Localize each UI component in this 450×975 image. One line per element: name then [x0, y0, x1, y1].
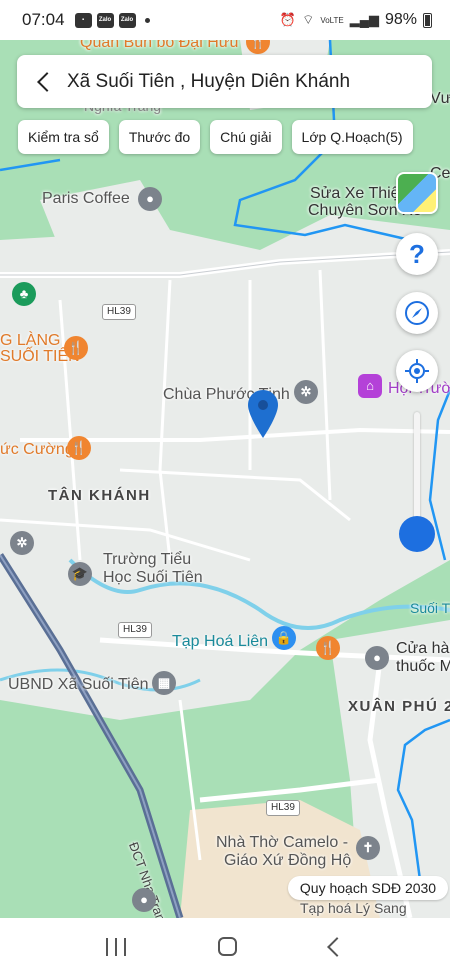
restaurant-icon[interactable]: 🍴 — [64, 336, 88, 360]
opacity-slider-thumb[interactable] — [399, 516, 435, 552]
help-button[interactable]: ? — [396, 233, 438, 275]
recent-apps-icon[interactable] — [106, 937, 127, 956]
poi-label-cua-hang[interactable]: Cửa hàn — [396, 640, 450, 658]
status-time: 07:04 — [22, 10, 65, 29]
coffee-place-icon[interactable]: ● — [138, 187, 162, 211]
wifi-icon: ⌔ — [302, 12, 315, 27]
school-icon[interactable]: 🎓 — [68, 562, 92, 586]
shopping-icon[interactable]: 🔒 — [272, 626, 296, 650]
poi-label-duc-cuong[interactable]: ức Cường — [0, 441, 74, 459]
status-right: ⏰ ⌔ VoLTE ▂▄▆ 98% — [280, 11, 432, 29]
zalo-icon: Zalo — [96, 12, 114, 28]
water-label-suoi-tien: Suối Ti — [410, 600, 450, 616]
status-bar: 07:04 ▪ Zalo Zalo ⏰ ⌔ VoLTE ▂▄▆ 98% — [0, 0, 450, 40]
poi-label-giao-xu[interactable]: Giáo Xứ Đồng Hộ — [224, 852, 351, 870]
location-pin-icon[interactable] — [248, 390, 278, 438]
restaurant-icon[interactable]: 🍴 — [67, 436, 91, 460]
compass-icon — [405, 301, 429, 325]
poi-label-quan-bun-bo[interactable]: Quán Bún bò Đại Hữu — [80, 40, 238, 52]
home-icon[interactable] — [218, 937, 238, 956]
alarm-icon: ⏰ — [279, 12, 297, 27]
government-icon[interactable]: ▦ — [152, 671, 176, 695]
pharmacy-icon[interactable]: ● — [365, 646, 389, 670]
poi-label-paris-coffee[interactable]: Paris Coffee — [42, 190, 130, 208]
back-icon[interactable] — [326, 936, 347, 957]
my-location-button[interactable] — [396, 350, 438, 392]
chip-kiem-tra-so[interactable]: Kiểm tra sổ — [18, 120, 109, 154]
location-header: Xã Suối Tiên , Huyện Diên Khánh — [17, 55, 432, 108]
planning-layer-badge[interactable]: Quy hoạch SDĐ 2030 — [288, 876, 448, 900]
area-label-tan-khanh: TÂN KHÁNH — [48, 487, 151, 504]
poi-label-hoc-suoi-tien[interactable]: Học Suối Tiên — [103, 569, 203, 587]
chip-lop-quy-hoach[interactable]: Lớp Q.Hoạch(5) — [291, 120, 413, 154]
location-title: Xã Suối Tiên , Huyện Diên Khánh — [67, 70, 351, 92]
notification-dot-icon — [144, 17, 150, 23]
system-nav-bar — [0, 918, 450, 975]
map-layers-icon[interactable] — [396, 172, 438, 214]
battery-percent: 98% — [384, 11, 417, 28]
compass-button[interactable] — [396, 292, 438, 334]
map-background — [0, 40, 450, 918]
label-vu: Vư — [430, 90, 450, 107]
poi-label-sua-xe[interactable]: Sửa Xe Thiệ — [310, 185, 400, 203]
action-chips: Kiểm tra sổ Thước đo Chú giải Lớp Q.Hoạc… — [18, 120, 413, 154]
chip-chu-giai[interactable]: Chú giải — [210, 120, 282, 154]
poi-label-ubnd[interactable]: UBND Xã Suối Tiên — [8, 676, 149, 694]
volte-icon: VoLTE — [320, 15, 344, 25]
poi-label-tap-hoa-ly-sang[interactable]: Tạp hoá Lý Sang — [300, 900, 407, 916]
park-icon[interactable]: ♣ — [12, 282, 36, 306]
zalo-icon: Zalo — [118, 12, 136, 28]
poi-label-nha-tho[interactable]: Nhà Thờ Camelo - — [216, 834, 348, 852]
road-tag-hl39: HL39 — [118, 622, 152, 638]
church-icon[interactable]: ✝ — [356, 836, 380, 860]
road-tag-hl39: HL39 — [102, 304, 136, 320]
my-location-icon — [405, 359, 429, 383]
map-canvas[interactable]: Quán Bún bò Đại Hữu 🍴 Nghĩa Trang Paris … — [0, 40, 450, 918]
temple-icon[interactable]: ✲ — [10, 531, 34, 555]
temple-icon[interactable]: ✲ — [294, 380, 318, 404]
poi-label-thuoc[interactable]: thuốc M — [396, 658, 450, 676]
place-icon[interactable]: ● — [132, 888, 156, 912]
chip-thuoc-do[interactable]: Thước đo — [118, 120, 201, 154]
battery-icon — [423, 12, 432, 28]
poi-label-tap-hoa-lien[interactable]: Tạp Hoá Liên — [172, 633, 268, 651]
area-label-xuan-phu: XUÂN PHÚ 2 — [348, 698, 450, 715]
poi-label-truong-tieu[interactable]: Trường Tiểu — [103, 551, 191, 569]
road-tag-hl39: HL39 — [266, 800, 300, 816]
help-icon: ? — [409, 238, 425, 269]
government-building-icon[interactable]: ⌂ — [358, 374, 382, 398]
signal-icon: ▂▄▆ — [349, 12, 379, 27]
back-arrow-icon[interactable] — [31, 69, 57, 95]
restaurant-icon[interactable]: 🍴 — [316, 636, 340, 660]
image-icon: ▪ — [74, 12, 92, 28]
